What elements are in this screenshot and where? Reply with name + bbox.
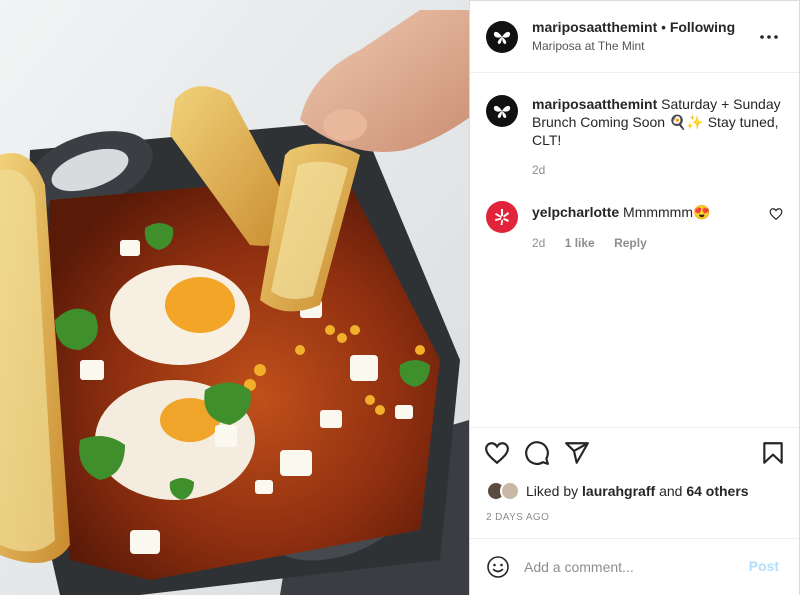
heart-icon[interactable] bbox=[484, 440, 510, 466]
more-options-button[interactable] bbox=[759, 27, 779, 47]
butterfly-icon bbox=[493, 105, 511, 118]
profile-avatar[interactable] bbox=[486, 21, 518, 53]
comment-username[interactable]: yelpcharlotte bbox=[532, 204, 619, 220]
comment-body: Mmmmmm😍 bbox=[623, 204, 711, 220]
liked-by-label: Liked by bbox=[526, 483, 579, 499]
emoji-icon[interactable] bbox=[486, 555, 510, 579]
comment-reply-button[interactable]: Reply bbox=[614, 236, 647, 250]
liked-and-label: and bbox=[659, 483, 683, 499]
comment-likes-count[interactable]: 1 like bbox=[565, 236, 595, 250]
comment-meta: 2d 1 like Reply bbox=[532, 236, 663, 250]
shakshuka-photo bbox=[0, 0, 469, 595]
action-bar bbox=[470, 427, 799, 475]
following-button[interactable]: Following bbox=[670, 19, 735, 35]
caption-avatar[interactable] bbox=[486, 95, 518, 127]
bookmark-icon[interactable] bbox=[760, 440, 786, 466]
comment-text: yelpcharlotte Mmmmmm😍 bbox=[532, 204, 710, 221]
post-image bbox=[0, 0, 469, 595]
liker-username[interactable]: laurahgraff bbox=[582, 483, 655, 499]
yelp-icon bbox=[495, 209, 509, 225]
add-comment-bar: Post bbox=[470, 538, 799, 595]
comment-input[interactable] bbox=[524, 556, 734, 578]
post-header: mariposaatthemint • Following Mariposa at … bbox=[470, 1, 799, 73]
likes-text: Liked by laurahgraff and 64 others bbox=[526, 483, 749, 499]
post-detail-panel: mariposaatthemint • Following Mariposa at … bbox=[469, 0, 800, 595]
likes-others-count[interactable]: 64 others bbox=[686, 483, 748, 499]
butterfly-icon bbox=[493, 31, 511, 44]
share-icon[interactable] bbox=[564, 440, 590, 466]
more-options-icon bbox=[760, 35, 778, 39]
comment-timestamp[interactable]: 2d bbox=[532, 236, 545, 250]
header-title-line: mariposaatthemint • Following bbox=[532, 19, 735, 35]
caption-username[interactable]: mariposaatthemint bbox=[532, 96, 657, 112]
comment-like-icon[interactable] bbox=[769, 207, 783, 221]
commenter-avatar[interactable] bbox=[486, 201, 518, 233]
liker-avatar[interactable] bbox=[500, 481, 520, 501]
post-date[interactable]: 2 DAYS AGO bbox=[486, 512, 549, 523]
header-separator: • bbox=[661, 20, 666, 35]
caption-timestamp[interactable]: 2d bbox=[532, 163, 545, 177]
header-username[interactable]: mariposaatthemint bbox=[532, 19, 657, 35]
post-comment-button[interactable]: Post bbox=[749, 558, 779, 574]
caption-text-block: mariposaatthemint Saturday + Sunday Brun… bbox=[532, 95, 782, 149]
likes-summary: Liked by laurahgraff and 64 others bbox=[486, 481, 749, 501]
location-link[interactable]: Mariposa at The Mint bbox=[532, 39, 645, 53]
comment-icon[interactable] bbox=[524, 440, 550, 466]
